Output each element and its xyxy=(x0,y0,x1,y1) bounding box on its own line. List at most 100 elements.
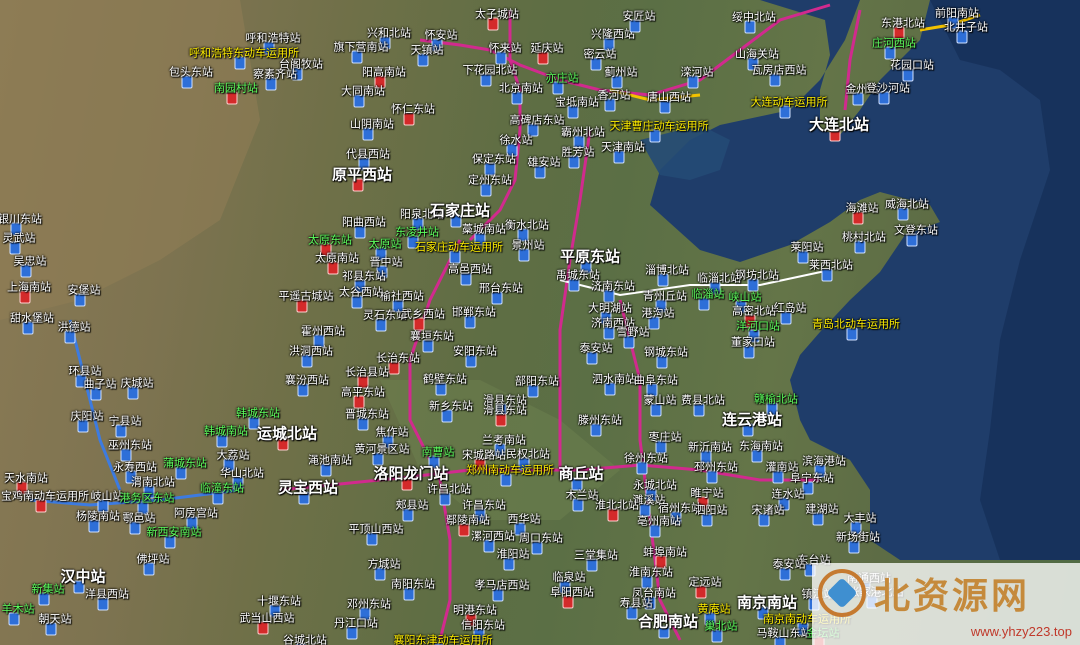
station-label[interactable]: 胜芳站 xyxy=(562,146,595,159)
station-label[interactable]: 文登东站 xyxy=(894,224,938,237)
station-label[interactable]: 蒲城东站 xyxy=(163,457,207,470)
station-label[interactable]: 南园村站 xyxy=(214,82,258,95)
station-label[interactable]: 雄安站 xyxy=(528,156,561,169)
station-label[interactable]: 蚌埠南站 xyxy=(643,546,687,559)
station-label[interactable]: 鹤壁东站 xyxy=(423,373,467,386)
station-label[interactable]: 部阳东站 xyxy=(515,375,559,388)
station-label[interactable]: 谷城北站 xyxy=(283,634,327,645)
station-label[interactable]: 南阳东站 xyxy=(391,578,435,591)
station-label[interactable]: 延庆站 xyxy=(531,42,564,55)
station-label[interactable]: 港务区东站 xyxy=(120,492,175,505)
station-label[interactable]: 霸州北站 xyxy=(561,126,605,139)
station-label[interactable]: 太原站 xyxy=(369,238,402,251)
station-label[interactable]: 宝坻南站 xyxy=(555,96,599,109)
station-label[interactable]: 桃村北站 xyxy=(842,231,886,244)
station-label[interactable]: 佛坪站 xyxy=(137,553,170,566)
station-label[interactable]: 庆阳站 xyxy=(71,410,104,423)
station-label[interactable]: 杨陵南站 xyxy=(76,510,120,523)
station-label[interactable]: 洋县西站 xyxy=(85,588,129,601)
station-label[interactable]: 东港北站 xyxy=(881,17,925,30)
station-label[interactable]: 睢宁站 xyxy=(691,487,724,500)
station-label[interactable]: 黄河景区站 xyxy=(355,443,410,456)
station-label[interactable]: 洪德站 xyxy=(58,321,91,334)
station-label[interactable]: 怀来站 xyxy=(489,42,522,55)
station-label[interactable]: 民权北站 xyxy=(506,448,550,461)
station-label[interactable]: 宋城路站 xyxy=(462,449,506,462)
station-label[interactable]: 淮南东站 xyxy=(629,566,673,579)
station-label[interactable]: 方城站 xyxy=(368,558,401,571)
station-label[interactable]: 石家庄站 xyxy=(430,202,490,220)
station-label[interactable]: 郏县站 xyxy=(396,499,429,512)
station-label[interactable]: 雪野站 xyxy=(617,326,650,339)
station-label[interactable]: 藁城南站 xyxy=(462,223,506,236)
station-label[interactable]: 太谷西站 xyxy=(339,286,383,299)
station-label[interactable]: 临潼东站 xyxy=(200,482,244,495)
station-label[interactable]: 霍州西站 xyxy=(301,325,345,338)
station-label[interactable]: 天镇站 xyxy=(411,44,444,57)
station-label[interactable]: 蒙山站 xyxy=(644,394,677,407)
station-label[interactable]: 呼和浩特站 xyxy=(246,32,301,45)
station-label[interactable]: 丹江口站 xyxy=(334,617,378,630)
station-label[interactable]: 临淄站 xyxy=(692,288,725,301)
station-label[interactable]: 庆城站 xyxy=(121,377,154,390)
station-label[interactable]: 港沟站 xyxy=(642,307,675,320)
station-label[interactable]: 襄垣东站 xyxy=(410,330,454,343)
station-label[interactable]: 徐州东站 xyxy=(624,452,668,465)
station-label[interactable]: 周口东站 xyxy=(519,532,563,545)
station-label[interactable]: 韩城南站 xyxy=(204,425,248,438)
station-label[interactable]: 兰考南站 xyxy=(482,434,526,447)
station-label[interactable]: 兴隆西站 xyxy=(591,28,635,41)
station-label[interactable]: 黄庵站 xyxy=(698,603,731,616)
station-label[interactable]: 长治东站 xyxy=(376,352,420,365)
station-label[interactable]: 海滩站 xyxy=(846,202,879,215)
station-label[interactable]: 太原南站 xyxy=(315,252,359,265)
station-label[interactable]: 滨海港站 xyxy=(802,455,846,468)
station-label[interactable]: 香河站 xyxy=(598,89,631,102)
station-label[interactable]: 阿房宫站 xyxy=(174,507,218,520)
station-label[interactable]: 甜水堡站 xyxy=(10,312,54,325)
station-label[interactable]: 大丰站 xyxy=(844,512,877,525)
station-label[interactable]: 泗阳站 xyxy=(695,504,728,517)
station-label[interactable]: 木兰站 xyxy=(566,489,599,502)
station-label[interactable]: 泗水南站 xyxy=(592,373,636,386)
station-label[interactable]: 十堰东站 xyxy=(257,595,301,608)
station-label[interactable]: 邢台东站 xyxy=(479,282,523,295)
station-label[interactable]: 洪洞西站 xyxy=(289,345,333,358)
station-label[interactable]: 大连动车运用所 xyxy=(751,96,828,109)
station-label[interactable]: 鄢陵南站 xyxy=(446,514,490,527)
station-label[interactable]: 天津曹庄动车运用所 xyxy=(610,120,709,133)
station-label[interactable]: 北京南站 xyxy=(499,82,543,95)
station-label[interactable]: 三堂集站 xyxy=(574,549,618,562)
station-label[interactable]: 武当山西站 xyxy=(240,612,295,625)
station-label[interactable]: 华山北站 xyxy=(220,467,264,480)
station-label[interactable]: 平原东站 xyxy=(560,248,620,266)
station-label[interactable]: 滦河站 xyxy=(681,66,714,79)
station-label[interactable]: 密云站 xyxy=(584,48,617,61)
station-label[interactable]: 原平西站 xyxy=(332,166,392,184)
station-label[interactable]: 永城北站 xyxy=(633,479,677,492)
station-label[interactable]: 钢坊北站 xyxy=(735,269,779,282)
station-label[interactable]: 大荔站 xyxy=(217,449,250,462)
station-label[interactable]: 东海南站 xyxy=(739,440,783,453)
station-label[interactable]: 枣庄站 xyxy=(649,431,682,444)
station-label[interactable]: 红岛站 xyxy=(774,302,807,315)
station-label[interactable]: 阳曲西站 xyxy=(342,216,386,229)
station-label[interactable]: 巫州东站 xyxy=(108,439,152,452)
station-label[interactable]: 南曹站 xyxy=(422,446,455,459)
station-label[interactable]: 祁县东站 xyxy=(342,270,386,283)
station-label[interactable]: 新场街站 xyxy=(836,531,880,544)
station-label[interactable]: 山海关站 xyxy=(735,48,779,61)
station-label[interactable]: 邳州东站 xyxy=(694,461,738,474)
station-label[interactable]: 明港东站 xyxy=(453,604,497,617)
station-label[interactable]: 瓦房店西站 xyxy=(752,64,807,77)
station-label[interactable]: 代县西站 xyxy=(346,148,390,161)
station-label[interactable]: 安堡站 xyxy=(68,284,101,297)
station-label[interactable]: 赣榆北站 xyxy=(754,393,798,406)
station-label[interactable]: 信阳东站 xyxy=(461,619,505,632)
station-label[interactable]: 大同南站 xyxy=(341,85,385,98)
station-label[interactable]: 晋中站 xyxy=(370,256,403,269)
station-label[interactable]: 连云港站 xyxy=(722,411,782,429)
station-label[interactable]: 徐水站 xyxy=(500,134,533,147)
station-label[interactable]: 阳高南站 xyxy=(362,66,406,79)
station-label[interactable]: 羊木站 xyxy=(2,603,35,616)
